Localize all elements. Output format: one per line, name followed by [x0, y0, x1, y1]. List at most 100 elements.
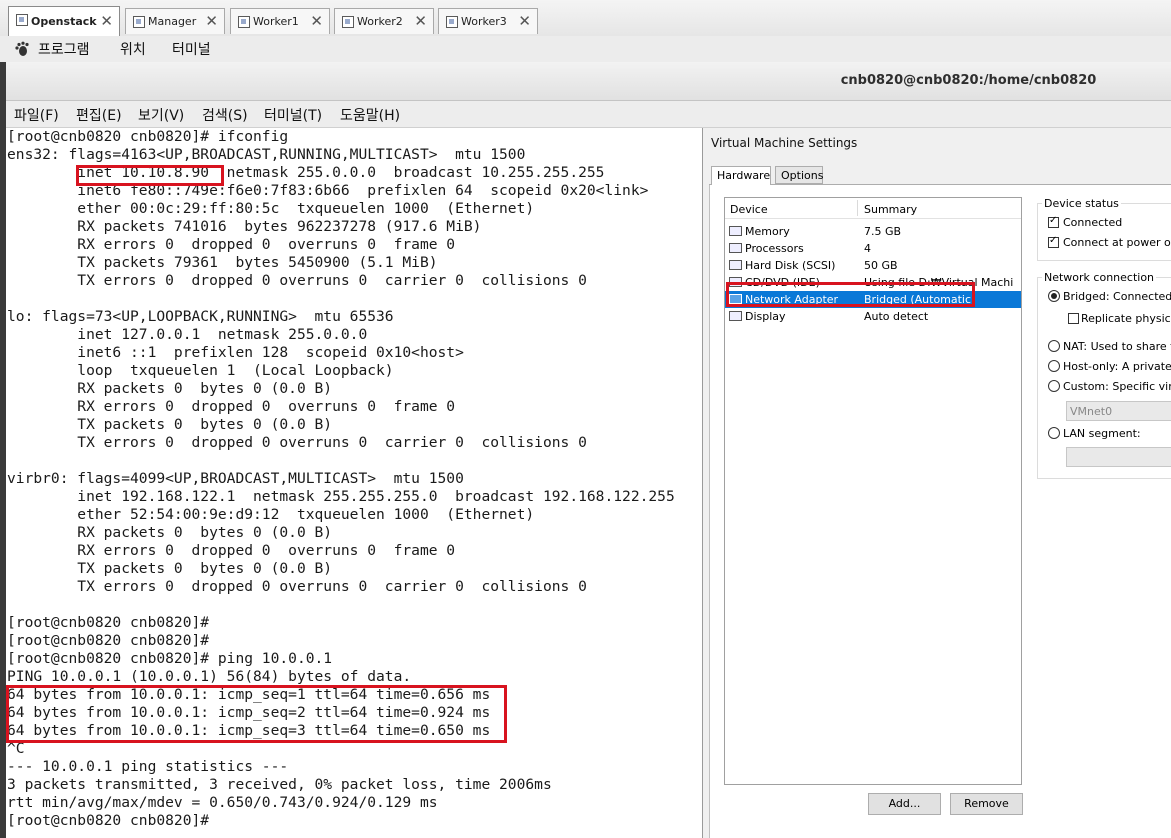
terminal-line: TX packets 0 bytes 0 (0.0 B) — [7, 560, 333, 577]
terminal-window-title: cnb0820@cnb0820:/home/cnb0820 — [6, 62, 1171, 101]
vm-tab-label: Worker1 — [253, 15, 299, 28]
menu-file[interactable]: 파일(F) — [14, 105, 59, 125]
vm-icon — [342, 16, 354, 28]
device-name: Processors — [745, 242, 804, 255]
nat-radio[interactable] — [1048, 340, 1060, 352]
add-device-button[interactable]: Add... — [868, 793, 941, 815]
terminal-line: [root@cnb0820 cnb0820]# — [7, 614, 210, 631]
connected-label: Connected — [1063, 216, 1123, 229]
terminal-line: PING 10.0.0.1 (10.0.0.1) 56(84) bytes of… — [7, 668, 412, 685]
menu-places[interactable]: 위치 — [120, 39, 146, 59]
device-summary: Auto detect — [864, 310, 929, 323]
vm-tab-label: Worker2 — [357, 15, 403, 28]
vm-icon — [446, 16, 458, 28]
menu-applications[interactable]: 프로그램 — [38, 39, 90, 59]
vmnet-select[interactable]: VMnet0 — [1066, 401, 1171, 421]
lan-segment-select[interactable] — [1066, 447, 1171, 467]
device-row-processors[interactable]: Processors 4 — [725, 240, 1021, 257]
cpu-icon — [729, 243, 742, 253]
column-separator — [857, 200, 858, 216]
nat-label: NAT: Used to share the — [1063, 340, 1171, 353]
terminal-line: [root@cnb0820 cnb0820]# — [7, 812, 210, 829]
device-status-group — [1037, 203, 1171, 261]
network-connection-label: Network connection — [1042, 271, 1157, 284]
terminal-line: inet 127.0.0.1 netmask 255.0.0.0 — [7, 326, 368, 343]
terminal-line: loop txqueuelen 1 (Local Loopback) — [7, 362, 394, 379]
host-only-radio[interactable] — [1048, 360, 1060, 372]
highlight-inet-address — [76, 165, 224, 186]
lan-segment-label: LAN segment: — [1063, 427, 1141, 440]
vmnet-value: VMnet0 — [1070, 405, 1113, 418]
dialog-title: Virtual Machine Settings — [711, 136, 858, 150]
terminal-line: TX packets 0 bytes 0 (0.0 B) — [7, 416, 333, 433]
custom-radio[interactable] — [1048, 380, 1060, 392]
close-icon[interactable]: ✕ — [205, 12, 218, 30]
gnome-foot-icon — [15, 41, 29, 56]
hardware-pane: Device Summary Memory 7.5 GB Processors … — [709, 185, 1171, 838]
window-title-text: cnb0820@cnb0820:/home/cnb0820 — [840, 73, 1097, 88]
replicate-physical-checkbox[interactable] — [1068, 313, 1079, 324]
host-only-label: Host-only: A private ne — [1063, 360, 1171, 373]
terminal-line: 3 packets transmitted, 3 received, 0% pa… — [7, 776, 552, 793]
dialog-tabs: Hardware Options — [709, 166, 1171, 185]
tab-options[interactable]: Options — [775, 166, 823, 184]
device-name: Memory — [745, 225, 790, 238]
menu-edit[interactable]: 편집(E) — [76, 105, 122, 125]
column-summary[interactable]: Summary — [864, 203, 917, 216]
close-icon[interactable]: ✕ — [414, 12, 427, 30]
device-list-header: Device Summary — [725, 198, 1021, 219]
device-summary: 7.5 GB — [864, 225, 902, 238]
device-name: Display — [745, 310, 786, 323]
gnome-top-bar: 프로그램 위치 터미널 — [0, 36, 1171, 63]
terminal-line: RX packets 741016 bytes 962237278 (917.6… — [7, 218, 482, 235]
terminal-line: TX errors 0 dropped 0 overruns 0 carrier… — [7, 434, 587, 451]
replicate-physical-label: Replicate physical n — [1081, 312, 1171, 325]
vm-tab-worker3[interactable]: Worker3 ✕ — [438, 8, 538, 34]
tab-hardware[interactable]: Hardware — [711, 166, 771, 185]
connect-at-power-on-label: Connect at power on — [1063, 236, 1171, 249]
highlight-network-adapter — [726, 282, 975, 307]
terminal-line: TX packets 79361 bytes 5450900 (5.1 MiB) — [7, 254, 438, 271]
close-icon[interactable]: ✕ — [518, 12, 531, 30]
terminal-line: TX errors 0 dropped 0 overruns 0 carrier… — [7, 272, 587, 289]
vm-tab-manager[interactable]: Manager ✕ — [125, 8, 225, 34]
terminal-line: virbr0: flags=4099<UP,BROADCAST,MULTICAS… — [7, 470, 464, 487]
connect-at-power-on-checkbox[interactable] — [1048, 235, 1059, 248]
lan-segment-radio[interactable] — [1048, 427, 1060, 439]
connected-checkbox[interactable] — [1048, 215, 1059, 228]
device-row-display[interactable]: Display Auto detect — [725, 308, 1021, 325]
terminal-output[interactable]: [root@cnb0820 cnb0820]# ifconfig ens32: f… — [6, 128, 702, 838]
menu-help[interactable]: 도움말(H) — [340, 105, 400, 125]
terminal-line: rtt min/avg/max/mdev = 0.650/0.743/0.924… — [7, 794, 438, 811]
menu-terminal[interactable]: 터미널 — [172, 39, 211, 59]
close-icon[interactable]: ✕ — [310, 12, 323, 30]
device-summary: 4 — [864, 242, 871, 255]
bridged-radio[interactable] — [1048, 290, 1060, 302]
vm-settings-dialog: Virtual Machine Settings Hardware Option… — [702, 128, 1171, 838]
close-icon[interactable]: ✕ — [100, 12, 113, 30]
terminal-line: --- 10.0.0.1 ping statistics --- — [7, 758, 289, 775]
terminal-menubar: 파일(F) 편집(E) 보기(V) 검색(S) 터미널(T) 도움말(H) — [6, 101, 1171, 128]
vm-tab-worker1[interactable]: Worker1 ✕ — [230, 8, 330, 34]
device-status-label: Device status — [1042, 197, 1121, 210]
vm-tab-label: Openstack — [31, 15, 97, 28]
device-name: Hard Disk (SCSI) — [745, 259, 836, 272]
vm-tab-worker2[interactable]: Worker2 ✕ — [334, 8, 434, 34]
terminal-line: [root@cnb0820 cnb0820]# — [7, 632, 210, 649]
terminal-line: RX errors 0 dropped 0 overruns 0 frame 0 — [7, 398, 456, 415]
vm-tab-openstack[interactable]: Openstack ✕ — [8, 6, 120, 36]
highlight-ping-replies — [6, 685, 507, 743]
remove-device-button[interactable]: Remove — [950, 793, 1023, 815]
device-row-memory[interactable]: Memory 7.5 GB — [725, 223, 1021, 240]
menu-terminal-settings[interactable]: 터미널(T) — [264, 105, 322, 125]
terminal-line: inet 192.168.122.1 netmask 255.255.255.0… — [7, 488, 675, 505]
terminal-line: [root@cnb0820 cnb0820]# ping 10.0.0.1 — [7, 650, 333, 667]
vm-tab-label: Worker3 — [461, 15, 507, 28]
vm-icon — [133, 16, 145, 28]
terminal-line: RX packets 0 bytes 0 (0.0 B) — [7, 524, 333, 541]
menu-search[interactable]: 검색(S) — [202, 105, 248, 125]
column-device[interactable]: Device — [730, 203, 768, 216]
vm-tab-strip: Openstack ✕ Manager ✕ Worker1 ✕ Worker2 … — [0, 0, 1171, 37]
device-row-hard-disk[interactable]: Hard Disk (SCSI) 50 GB — [725, 257, 1021, 274]
menu-view[interactable]: 보기(V) — [138, 105, 184, 125]
